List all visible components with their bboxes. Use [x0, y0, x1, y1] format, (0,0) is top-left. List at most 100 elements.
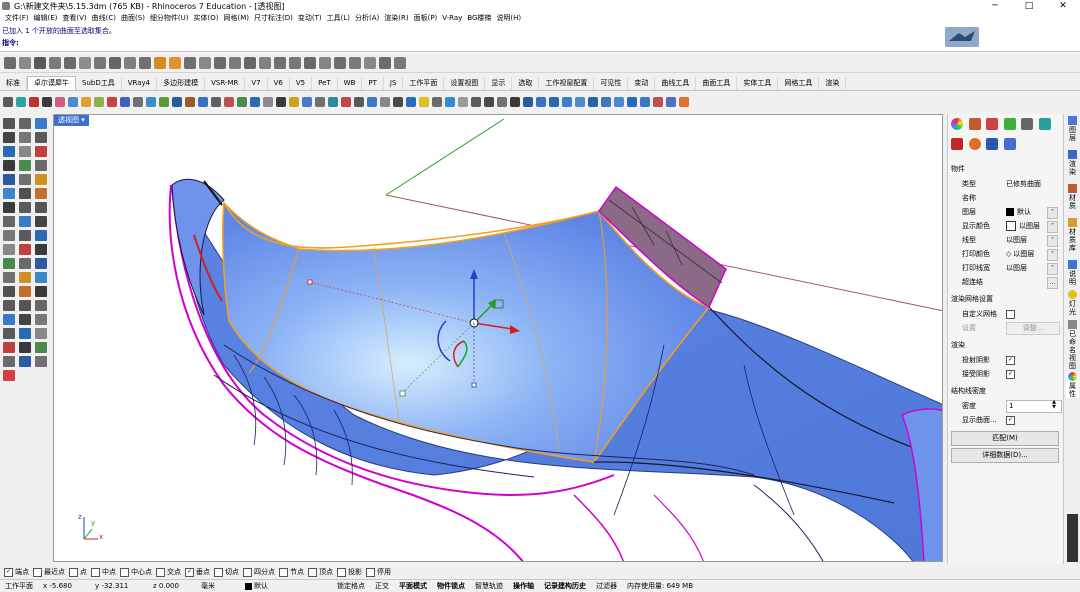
dropdown-arrow-icon[interactable]: ˅	[1047, 249, 1058, 261]
tool-icon[interactable]	[211, 96, 221, 107]
palette-tool-icon[interactable]	[35, 230, 47, 241]
palette-tool-icon[interactable]	[3, 328, 15, 339]
grid-icon[interactable]	[259, 56, 271, 69]
tab-polygon[interactable]: 多边形建模	[157, 77, 206, 90]
tab-v6[interactable]: V6	[268, 77, 290, 90]
palette-tool-icon[interactable]	[35, 216, 47, 227]
status-gumball[interactable]: 操作轴	[508, 581, 539, 591]
palette-tool-icon[interactable]	[3, 188, 15, 199]
tab-subd[interactable]: SubD工具	[76, 77, 122, 90]
palette-tool-icon[interactable]	[3, 160, 15, 171]
tab-zhuoermo[interactable]: 卓尔谟犀牛	[27, 76, 76, 90]
copy-icon[interactable]	[94, 56, 106, 69]
dropdown-arrow-icon[interactable]: ˅	[1047, 235, 1058, 247]
osnap-near[interactable]: 最近点	[33, 567, 65, 577]
status-layer[interactable]: 默认	[240, 581, 332, 591]
brush-icon[interactable]	[968, 118, 981, 130]
tab-pet[interactable]: PeT	[312, 77, 338, 90]
tool-icon[interactable]	[354, 96, 364, 107]
palette-tool-icon[interactable]	[19, 188, 31, 199]
palette-tool-icon[interactable]	[35, 272, 47, 283]
menu-vray[interactable]: V-Ray	[442, 14, 462, 22]
tool-icon[interactable]	[16, 96, 26, 107]
tool-icon[interactable]	[289, 96, 299, 107]
command-prompt[interactable]: 指令:	[2, 38, 19, 48]
tool-icon[interactable]	[484, 96, 494, 107]
tab-v7[interactable]: V7	[245, 77, 268, 90]
palette-tool-icon[interactable]	[19, 244, 31, 255]
tab-visibility[interactable]: 可见性	[594, 77, 629, 90]
tool-icon[interactable]	[159, 96, 169, 107]
tool-icon[interactable]	[510, 96, 520, 107]
material-icon[interactable]	[951, 118, 963, 130]
more-icon[interactable]: …	[1047, 277, 1058, 289]
palette-tool-icon[interactable]	[3, 314, 15, 325]
osnap-quadrant[interactable]: 四分点	[243, 567, 275, 577]
palette-tool-icon[interactable]	[19, 118, 31, 129]
osnap-mid[interactable]: 中点	[91, 567, 116, 577]
palette-tool-icon[interactable]	[19, 272, 31, 283]
palette-tool-icon[interactable]	[35, 244, 47, 255]
palette-tool-icon[interactable]	[35, 132, 47, 143]
palette-tool-icon[interactable]	[3, 356, 15, 367]
tool-icon[interactable]	[42, 96, 52, 107]
palette-tool-icon[interactable]	[3, 146, 15, 157]
tool-icon[interactable]	[3, 96, 13, 107]
dropdown-arrow-icon[interactable]: ˅	[1047, 221, 1058, 233]
palette-tool-icon[interactable]	[3, 174, 15, 185]
tool-icon[interactable]	[523, 96, 533, 107]
menu-dimension[interactable]: 尺寸标注(D)	[254, 13, 293, 23]
palette-tool-icon[interactable]	[35, 356, 47, 367]
tool-icon[interactable]	[666, 96, 676, 107]
menu-view[interactable]: 查看(V)	[62, 13, 86, 23]
tab-select[interactable]: 选取	[512, 77, 540, 90]
palette-tool-icon[interactable]	[19, 230, 31, 241]
palette-tool-icon[interactable]	[35, 258, 47, 269]
tool-icon[interactable]	[120, 96, 130, 107]
zoom-extents-icon[interactable]	[184, 56, 196, 69]
cube-icon[interactable]	[1038, 118, 1051, 130]
menu-bg-stairs[interactable]: BG楼梯	[467, 13, 491, 23]
match-button[interactable]: 匹配(M)	[951, 431, 1059, 446]
palette-tool-icon[interactable]	[3, 216, 15, 227]
osnap-perpendicular[interactable]: ✓ 垂点	[185, 567, 210, 577]
osnap-project[interactable]: 投影	[337, 567, 362, 577]
menu-render[interactable]: 渲染(R)	[384, 13, 408, 23]
palette-tool-icon[interactable]	[3, 244, 15, 255]
tab-wb[interactable]: WB	[338, 77, 363, 90]
palette-tool-icon[interactable]	[19, 314, 31, 325]
status-cplane[interactable]: 工作平面	[0, 581, 38, 591]
texture-icon[interactable]	[986, 118, 999, 130]
palette-tool-icon[interactable]	[35, 300, 47, 311]
tool-icon[interactable]	[68, 96, 78, 107]
tool-icon[interactable]	[601, 96, 611, 107]
tool-icon[interactable]	[81, 96, 91, 107]
palette-tool-icon[interactable]	[35, 328, 47, 339]
tool-icon[interactable]	[198, 96, 208, 107]
status-ortho[interactable]: 正交	[370, 581, 394, 591]
dropdown-arrow-icon[interactable]: ˅	[1047, 207, 1058, 219]
osnap-checkbox[interactable]	[33, 567, 42, 577]
adjust-button[interactable]: 调整...	[1006, 322, 1060, 335]
palette-tool-icon[interactable]	[19, 356, 31, 367]
tab-js[interactable]: JS	[384, 77, 404, 90]
palette-tool-icon[interactable]	[35, 160, 47, 171]
status-filter[interactable]: 过滤器	[591, 581, 622, 591]
palette-tool-icon[interactable]	[35, 188, 47, 199]
side-tab-named-views[interactable]: 已命名视图	[1066, 320, 1079, 370]
palette-tool-icon[interactable]	[35, 342, 47, 353]
tab-v5[interactable]: V5	[290, 77, 313, 90]
pan-icon[interactable]	[139, 56, 151, 69]
palette-tool-icon[interactable]	[3, 342, 15, 353]
menu-curve[interactable]: 曲线(C)	[92, 13, 116, 23]
tool-icon[interactable]	[185, 96, 195, 107]
palette-tool-icon[interactable]	[19, 258, 31, 269]
osnap-checkbox[interactable]	[156, 567, 165, 577]
tool-icon[interactable]	[263, 96, 273, 107]
status-osnap[interactable]: 物件锁点	[432, 581, 470, 591]
cplane-icon[interactable]	[229, 56, 241, 69]
osnap-tangent[interactable]: 切点	[214, 567, 239, 577]
osnap-checkbox[interactable]: ✓	[185, 567, 194, 577]
palette-tool-icon[interactable]	[19, 342, 31, 353]
tool-icon[interactable]	[575, 96, 585, 107]
